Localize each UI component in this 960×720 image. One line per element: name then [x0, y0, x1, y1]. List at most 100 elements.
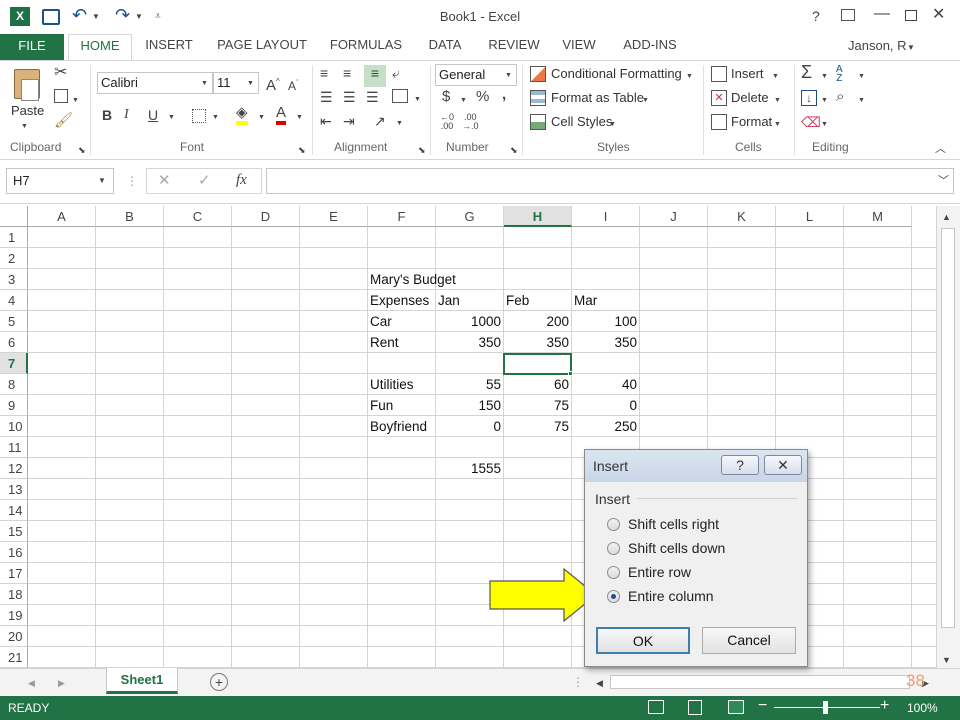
fill-color-icon[interactable]: ◈	[236, 105, 248, 125]
column-header[interactable]: F	[368, 206, 436, 227]
insert-cells-dropdown-icon[interactable]: ▼	[772, 69, 779, 85]
zoom-slider-thumb[interactable]	[823, 701, 828, 714]
help-icon[interactable]: ?	[812, 8, 820, 24]
cell-expense-label[interactable]: Rent	[370, 332, 436, 353]
sort-filter-icon[interactable]: AZ	[836, 65, 843, 84]
format-cells-icon[interactable]	[711, 114, 727, 130]
copy-dropdown-icon[interactable]: ▼	[72, 93, 79, 109]
row-header[interactable]: 7	[0, 353, 28, 374]
wrap-text-icon[interactable]: ⤶	[392, 65, 400, 81]
insert-cells-icon[interactable]	[711, 66, 727, 82]
conditional-formatting-icon[interactable]	[530, 66, 546, 82]
comma-button[interactable]: ,	[502, 87, 506, 103]
radio-button-icon[interactable]	[607, 566, 620, 579]
dialog-close-button[interactable]: ✕	[764, 455, 802, 475]
clear-icon[interactable]: ⌫	[801, 114, 821, 130]
format-as-table-button[interactable]: Format as Table	[551, 90, 644, 105]
cell-expense-value[interactable]: 75	[506, 416, 572, 437]
orientation-dropdown-icon[interactable]: ▼	[396, 116, 403, 132]
expand-formula-bar-icon[interactable]: ﹀	[938, 173, 949, 189]
tab-review[interactable]: REVIEW	[482, 34, 546, 58]
page-layout-view-icon[interactable]	[688, 700, 702, 715]
scroll-up-icon[interactable]: ▲	[942, 209, 951, 225]
cell-month-header[interactable]: Jan	[438, 290, 504, 311]
tab-data[interactable]: DATA	[418, 34, 472, 58]
scroll-down-icon[interactable]: ▼	[942, 652, 951, 668]
insert-cells-button[interactable]: Insert	[731, 66, 764, 81]
fill-dropdown-icon[interactable]: ▼	[821, 93, 828, 109]
cell-total[interactable]: 1555	[438, 458, 504, 479]
undo-icon[interactable]: ↶	[72, 6, 87, 24]
zoom-out-icon[interactable]: −	[758, 698, 767, 714]
conditional-formatting-button[interactable]: Conditional Formatting	[551, 66, 682, 81]
currency-dropdown-icon[interactable]: ▼	[460, 93, 467, 109]
column-header[interactable]: C	[164, 206, 232, 227]
row-header[interactable]: 8	[0, 374, 28, 395]
bold-button[interactable]: B	[102, 107, 112, 123]
grow-font-icon[interactable]: A^	[266, 74, 280, 94]
cell-month-header[interactable]: Feb	[506, 290, 572, 311]
font-size-dropdown-icon[interactable]: ▼	[247, 76, 254, 92]
find-select-icon[interactable]: ⌕	[836, 89, 844, 105]
tab-view[interactable]: VIEW	[556, 34, 602, 58]
entire-row-option[interactable]: Entire row	[605, 564, 795, 582]
cell-expense-value[interactable]: 1000	[438, 311, 504, 332]
row-header[interactable]: 16	[0, 542, 28, 563]
row-header[interactable]: 9	[0, 395, 28, 416]
cell-month-header[interactable]: Mar	[574, 290, 640, 311]
clear-dropdown-icon[interactable]: ▼	[821, 117, 828, 133]
save-icon[interactable]	[42, 9, 60, 25]
column-header[interactable]: B	[96, 206, 164, 227]
row-header[interactable]: 1	[0, 227, 28, 248]
format-cells-dropdown-icon[interactable]: ▼	[774, 117, 781, 133]
clipboard-launcher-icon[interactable]: ⬊	[78, 142, 86, 158]
page-break-view-icon[interactable]	[728, 700, 744, 714]
cell-expense-value[interactable]: 0	[574, 395, 640, 416]
column-header[interactable]: L	[776, 206, 844, 227]
tab-formulas[interactable]: FORMULAS	[324, 34, 408, 58]
tab-home[interactable]: HOME	[68, 34, 132, 61]
scroll-left-icon[interactable]: ◀	[596, 675, 603, 691]
fill-color-dropdown-icon[interactable]: ▼	[258, 110, 265, 126]
row-header[interactable]: 15	[0, 521, 28, 542]
column-header[interactable]: M	[844, 206, 912, 227]
horizontal-scrollbar[interactable]: ◀ ▶	[592, 672, 936, 692]
column-header[interactable]: E	[300, 206, 368, 227]
new-sheet-icon[interactable]: +	[210, 673, 228, 691]
increase-decimal-icon[interactable]: ←0.00	[440, 113, 454, 131]
increase-indent-icon[interactable]: ⇥	[343, 113, 355, 129]
redo-dropdown-icon[interactable]: ▼	[135, 9, 143, 25]
delete-cells-dropdown-icon[interactable]: ▼	[774, 93, 781, 109]
row-header[interactable]: 2	[0, 248, 28, 269]
row-header[interactable]: 10	[0, 416, 28, 437]
cell-expense-value[interactable]: 75	[506, 395, 572, 416]
column-header[interactable]: H	[504, 206, 572, 227]
row-header[interactable]: 5	[0, 311, 28, 332]
cell-expense-label[interactable]: Car	[370, 311, 436, 332]
redo-icon[interactable]: ↷	[115, 6, 130, 24]
autosum-icon[interactable]: Σ	[801, 63, 812, 81]
worksheet-grid[interactable]: ABCDEFGHIJKLM 1 2 3 4 5 6 7 8 9 10 11 12 13 14 15 16 17 1…	[0, 206, 960, 668]
collapse-ribbon-icon[interactable]: ︿	[935, 141, 946, 157]
row-header[interactable]: 18	[0, 584, 28, 605]
tab-split-grip-icon[interactable]: ⋮	[572, 674, 584, 690]
column-header[interactable]: I	[572, 206, 640, 227]
entire-column-option[interactable]: Entire column	[605, 588, 795, 606]
orientation-icon[interactable]: ↗	[374, 113, 386, 129]
dialog-help-button[interactable]: ?	[721, 455, 759, 475]
cell-expense-value[interactable]: 60	[506, 374, 572, 395]
column-header[interactable]: D	[232, 206, 300, 227]
customize-toolbar-icon[interactable]: ⩡	[155, 9, 161, 25]
radio-button-icon[interactable]	[607, 542, 620, 555]
name-box-dropdown-icon[interactable]: ▼	[98, 173, 106, 189]
font-name-select[interactable]: Calibri	[97, 72, 213, 94]
insert-function-button[interactable]: fx	[236, 172, 247, 188]
row-header[interactable]: 21	[0, 647, 28, 668]
sheet-tab-sheet1[interactable]: Sheet1	[106, 668, 178, 694]
number-launcher-icon[interactable]: ⬊	[510, 142, 518, 158]
tab-file[interactable]: FILE	[0, 34, 64, 60]
cell-styles-dropdown-icon[interactable]: ▼	[609, 117, 616, 133]
merge-dropdown-icon[interactable]: ▼	[414, 92, 421, 108]
decrease-decimal-icon[interactable]: .00 →.0	[462, 113, 479, 131]
formula-input[interactable]	[266, 168, 954, 194]
